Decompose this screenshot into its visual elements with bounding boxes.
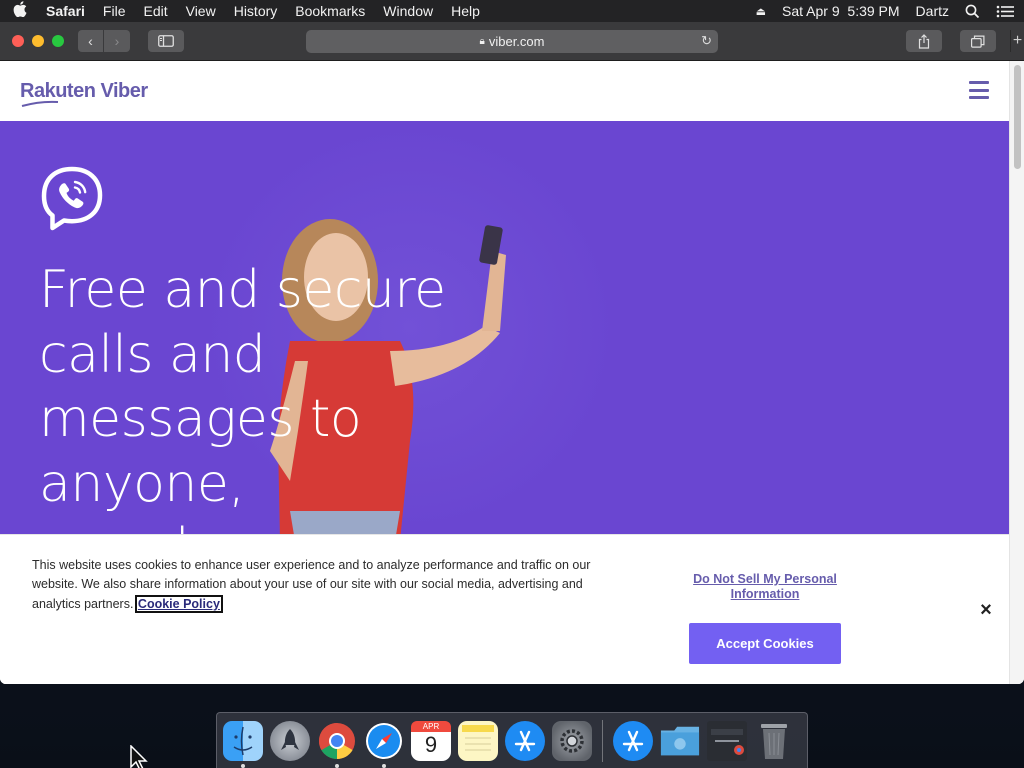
- menubar-datetime[interactable]: Sat Apr 9 5:39 PM: [782, 3, 900, 19]
- dock-separator: [602, 720, 603, 762]
- spotlight-search-icon[interactable]: [965, 4, 980, 19]
- applications-folder-icon[interactable]: [613, 721, 653, 761]
- accept-cookies-button[interactable]: Accept Cookies: [689, 623, 841, 664]
- menu-help[interactable]: Help: [451, 3, 480, 19]
- chevron-left-icon: ‹: [88, 33, 93, 49]
- calendar-month: APR: [411, 721, 451, 732]
- hamburger-menu-icon[interactable]: [969, 81, 989, 99]
- minimize-window-button[interactable]: [32, 35, 44, 47]
- system-preferences-icon[interactable]: [552, 721, 592, 761]
- eject-icon[interactable]: ⏏: [756, 5, 766, 18]
- scrollbar-thumb[interactable]: [1014, 65, 1021, 169]
- calendar-icon[interactable]: APR 9: [411, 721, 451, 761]
- menu-file[interactable]: File: [103, 3, 126, 19]
- rakuten-viber-logo[interactable]: Rakuten Viber: [20, 79, 148, 107]
- cookie-text-body: This website uses cookies to enhance use…: [32, 558, 591, 611]
- window-controls: [12, 35, 64, 47]
- site-header: Rakuten Viber: [0, 61, 1024, 121]
- page-scrollbar[interactable]: [1009, 61, 1024, 684]
- chevron-right-icon: ›: [114, 33, 120, 49]
- address-bar[interactable]: 🔒︎ viber.com ↻: [306, 30, 718, 53]
- launchpad-icon[interactable]: [270, 721, 310, 761]
- share-icon: [918, 33, 930, 49]
- reload-icon[interactable]: ↻: [701, 33, 712, 49]
- close-window-button[interactable]: [12, 35, 24, 47]
- share-button[interactable]: [906, 30, 942, 52]
- safari-window: ‹ › 🔒︎ viber.com ↻ + Rakuten Viber Free …: [0, 22, 1024, 684]
- notes-icon[interactable]: [458, 721, 498, 761]
- trash-icon[interactable]: [754, 721, 794, 761]
- finder-icon[interactable]: [223, 721, 263, 768]
- hero-title: Free and secure calls and messages to an…: [39, 260, 446, 534]
- safari-icon[interactable]: [364, 721, 404, 768]
- do-not-sell-link[interactable]: Do Not Sell My Personal Information: [684, 572, 846, 602]
- tabs-overview-button[interactable]: [960, 30, 996, 52]
- downloads-folder-icon[interactable]: [660, 721, 700, 761]
- menu-app-name[interactable]: Safari: [46, 3, 85, 19]
- address-bar-url: viber.com: [488, 34, 545, 49]
- menu-bookmarks[interactable]: Bookmarks: [295, 3, 365, 19]
- hero-section: Free and secure calls and messages to an…: [0, 121, 1009, 534]
- app-store-icon[interactable]: [505, 721, 545, 761]
- plus-icon: +: [1012, 32, 1023, 49]
- web-page: Rakuten Viber Free and secure calls and …: [0, 61, 1024, 684]
- menu-edit[interactable]: Edit: [143, 3, 167, 19]
- apple-icon[interactable]: [10, 1, 30, 21]
- dock: APR 9: [216, 712, 808, 768]
- close-banner-icon[interactable]: ×: [977, 600, 995, 620]
- browser-toolbar: ‹ › 🔒︎ viber.com ↻ +: [0, 22, 1024, 61]
- chrome-document-icon[interactable]: [707, 721, 747, 761]
- chrome-icon[interactable]: [317, 721, 357, 768]
- logo-swoosh-icon: [21, 100, 59, 107]
- menu-window[interactable]: Window: [383, 3, 433, 19]
- menu-view[interactable]: View: [186, 3, 216, 19]
- zoom-window-button[interactable]: [52, 35, 64, 47]
- menu-history[interactable]: History: [234, 3, 278, 19]
- notification-center-icon[interactable]: [996, 5, 1014, 18]
- cookie-banner: This website uses cookies to enhance use…: [0, 534, 1009, 684]
- tabs-overview-icon: [971, 35, 985, 48]
- new-tab-button[interactable]: +: [1010, 30, 1024, 52]
- forward-button[interactable]: ›: [104, 30, 130, 52]
- menubar-user[interactable]: Dartz: [916, 3, 949, 19]
- logo-text: Rakuten Viber: [20, 79, 148, 102]
- cookie-banner-text: This website uses cookies to enhance use…: [32, 556, 622, 614]
- sidebar-icon: [158, 35, 174, 47]
- back-button[interactable]: ‹: [78, 30, 104, 52]
- menu-bar: Safari File Edit View History Bookmarks …: [0, 0, 1024, 22]
- mouse-cursor-icon: [130, 745, 148, 768]
- calendar-day: 9: [424, 732, 438, 757]
- cookie-policy-link[interactable]: Cookie Policy: [134, 594, 223, 613]
- lock-icon: 🔒︎: [479, 36, 485, 47]
- viber-logo-icon: [41, 166, 103, 231]
- sidebar-toggle-button[interactable]: [148, 30, 184, 52]
